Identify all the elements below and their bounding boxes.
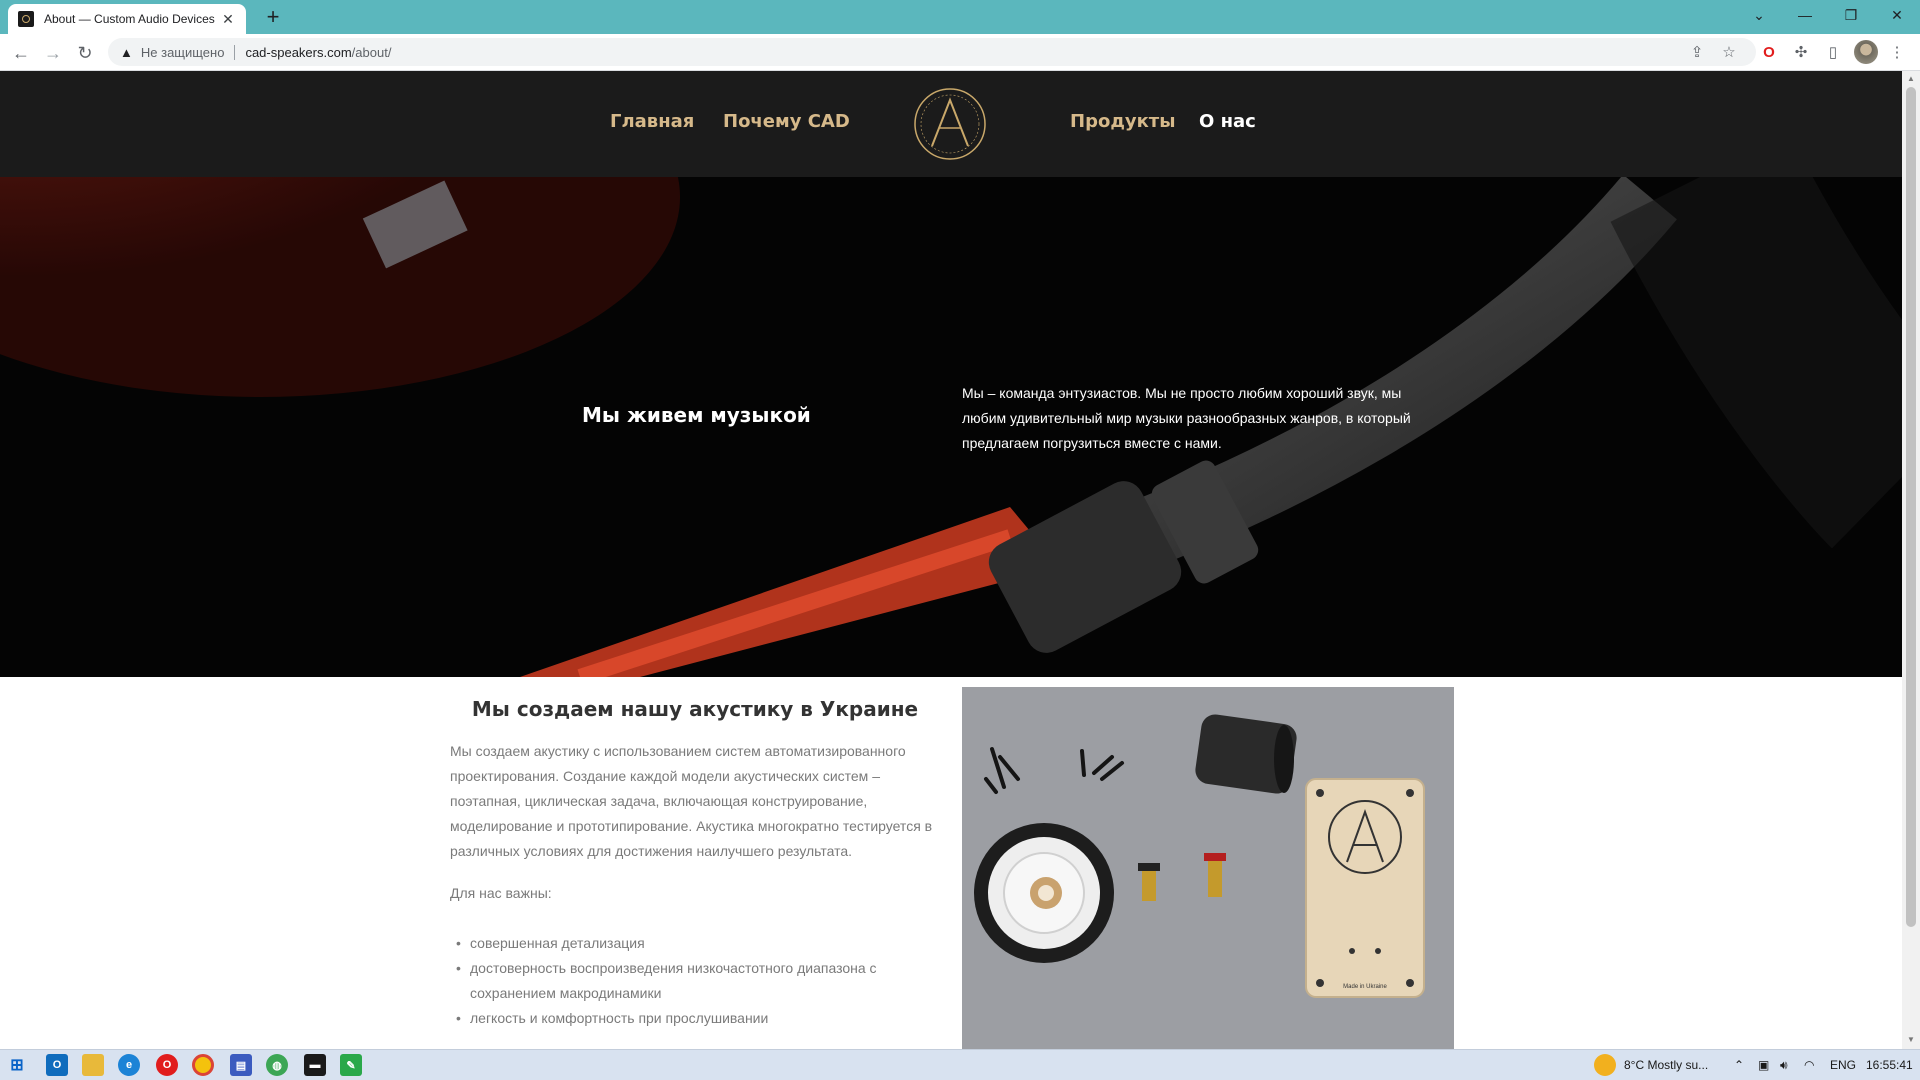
opera-extension-icon[interactable]: O: [1756, 40, 1782, 66]
globe-app-icon[interactable]: ◍: [266, 1054, 288, 1076]
terminal-icon[interactable]: ▬: [304, 1054, 326, 1076]
important-label: Для нас важны:: [450, 885, 552, 901]
network-icon[interactable]: ▣: [1758, 1058, 1769, 1072]
url-host: cad-speakers.com: [245, 44, 352, 60]
share-icon[interactable]: ⇪: [1684, 40, 1710, 66]
warning-icon[interactable]: ▲: [120, 45, 133, 60]
about-section: Мы создаем нашу акустику в Украине Мы со…: [0, 677, 1902, 1049]
wifi-icon[interactable]: ◠: [1804, 1058, 1814, 1072]
tab-search-icon[interactable]: ⌄: [1736, 0, 1782, 30]
tray-chevron-icon[interactable]: ⌃: [1734, 1058, 1744, 1072]
side-panel-icon[interactable]: ▯: [1820, 40, 1846, 66]
priorities-list: совершенная детализация достоверность во…: [456, 931, 940, 1031]
menu-kebab-icon[interactable]: ⋮: [1884, 40, 1910, 66]
edge-icon[interactable]: e: [118, 1054, 140, 1076]
browser-toolbar: ← → ↻ ▲ Не защищено cad-speakers.com/abo…: [0, 34, 1920, 71]
security-status[interactable]: Не защищено: [141, 44, 236, 60]
file-explorer-icon[interactable]: [82, 1054, 104, 1076]
web-page: Главная Почему CAD Продукты О нас Мы жив…: [0, 71, 1902, 1049]
list-item: совершенная детализация: [456, 931, 940, 956]
opera-icon[interactable]: O: [156, 1054, 178, 1076]
nav-home-link[interactable]: Главная: [610, 111, 694, 132]
extensions-puzzle-icon[interactable]: ✣: [1788, 40, 1814, 66]
section-body: Мы создаем акустику с использованием сис…: [450, 743, 933, 859]
page-scrollbar[interactable]: ▲ ▼: [1902, 71, 1920, 1049]
clock[interactable]: 16:55:41: [1866, 1058, 1913, 1072]
scrollbar-thumb[interactable]: [1906, 87, 1916, 927]
scroll-down-arrow-icon[interactable]: ▼: [1906, 1035, 1916, 1045]
tab-strip: About — Custom Audio Devices ✕ + ⌄ — ❐ ✕: [0, 0, 1920, 34]
hero-banner: Мы живем музыкой Мы – команда энтузиасто…: [0, 177, 1902, 677]
browser-tab[interactable]: About — Custom Audio Devices ✕: [8, 4, 246, 34]
hero-title: Мы живем музыкой: [582, 403, 811, 427]
cad-logo-icon[interactable]: [912, 86, 988, 162]
scroll-up-arrow-icon[interactable]: ▲: [1906, 74, 1916, 84]
speaker-parts-illustration: Made in Ukraine: [962, 687, 1454, 1049]
restore-button[interactable]: ❐: [1828, 0, 1874, 30]
forward-arrow-icon[interactable]: →: [40, 40, 66, 66]
new-tab-button[interactable]: +: [260, 4, 286, 30]
bookmark-star-icon[interactable]: ☆: [1716, 40, 1742, 66]
reload-icon[interactable]: ↻: [72, 40, 98, 66]
nav-about-link[interactable]: О нас: [1199, 111, 1256, 132]
profile-avatar[interactable]: [1854, 40, 1878, 64]
close-window-button[interactable]: ✕: [1874, 0, 1920, 30]
windows-start-icon[interactable]: ⊞: [6, 1054, 28, 1076]
weather-icon[interactable]: [1594, 1054, 1616, 1076]
speaker-parts-photo: Made in Ukraine: [962, 687, 1454, 1049]
back-arrow-icon[interactable]: ←: [8, 40, 34, 66]
site-header: Главная Почему CAD Продукты О нас: [0, 71, 1902, 177]
made-in-ukraine-text: Made in Ukraine: [1343, 984, 1387, 990]
save-app-icon[interactable]: ▤: [230, 1054, 252, 1076]
url-text[interactable]: cad-speakers.com/about/: [245, 45, 391, 60]
minimize-button[interactable]: —: [1782, 0, 1828, 30]
language-indicator[interactable]: ENG: [1830, 1058, 1856, 1072]
url-path: /about/: [351, 44, 392, 60]
nav-products-link[interactable]: Продукты: [1070, 111, 1176, 132]
nav-why-cad-link[interactable]: Почему CAD: [723, 111, 850, 132]
green-app-icon[interactable]: ✎: [340, 1054, 362, 1076]
chrome-icon[interactable]: [192, 1054, 214, 1076]
tab-title: About — Custom Audio Devices: [44, 12, 215, 26]
hero-description: Мы – команда энтузиастов. Мы не просто л…: [962, 385, 1411, 451]
address-bar[interactable]: ▲ Не защищено cad-speakers.com/about/: [108, 38, 1756, 66]
weather-text[interactable]: 8°C Mostly su...: [1624, 1058, 1708, 1072]
windows-taskbar: ⊞ O e O ▤ ◍ ▬ ✎ 8°C Mostly su... ⌃ ▣ 🔊︎ …: [0, 1049, 1920, 1080]
volume-icon[interactable]: 🔊︎: [1780, 1058, 1788, 1073]
outlook-icon[interactable]: O: [46, 1054, 68, 1076]
section-title: Мы создаем нашу акустику в Украине: [471, 697, 919, 721]
site-favicon-icon: [18, 11, 34, 27]
close-tab-icon[interactable]: ✕: [220, 11, 236, 28]
hero-tonearm-image: [0, 177, 1902, 677]
list-item: легкость и комфортность при прослушивани…: [456, 1006, 940, 1031]
list-item: достоверность воспроизведения низкочасто…: [456, 956, 940, 1006]
